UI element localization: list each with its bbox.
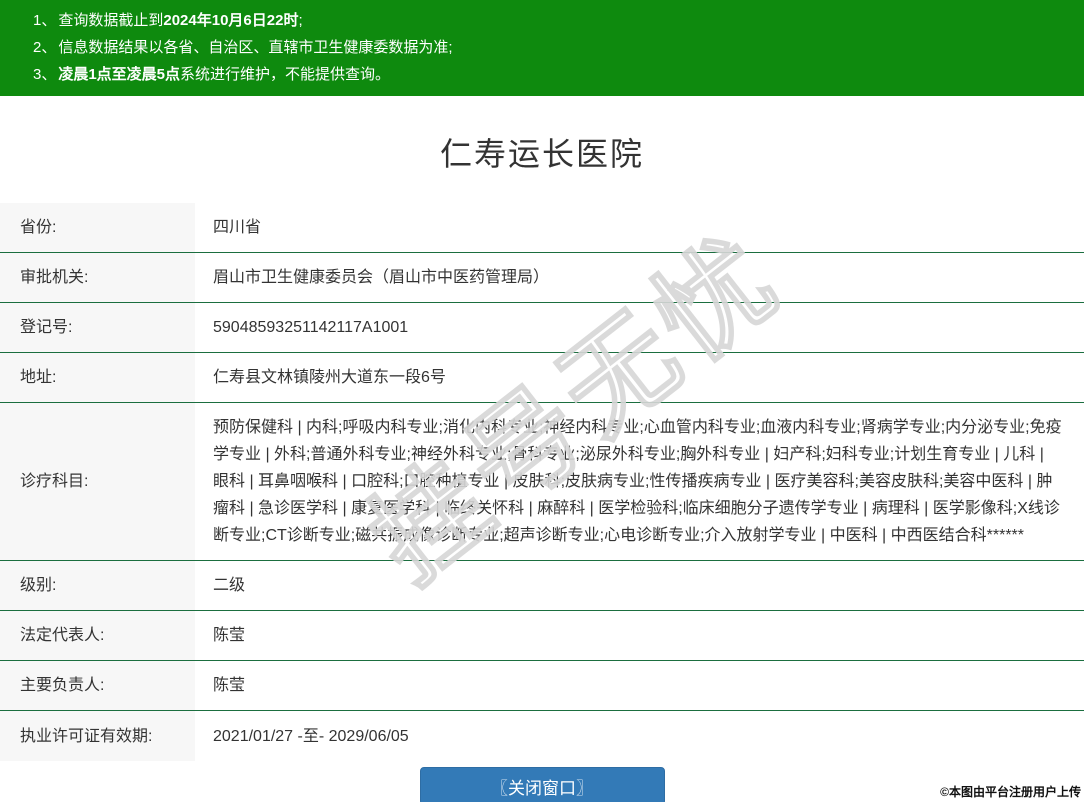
row-value-text: 2021/01/27 -至- 2029/06/05 — [213, 727, 409, 745]
notice-highlight: 凌晨1点至凌晨5点 — [58, 66, 181, 83]
close-window-button[interactable]: 〖关闭窗口〗 — [419, 767, 665, 802]
button-row: 〖关闭窗口〗 — [0, 767, 1084, 802]
row-value: 陈莹 — [195, 611, 1084, 660]
row-label: 级别: — [0, 561, 195, 610]
credit-text: ©本图由平台注册用户上传 — [940, 785, 1081, 799]
notice-number: 2、 — [33, 39, 57, 56]
notice-text: 系统进行维护，不能提供查询。 — [180, 66, 391, 83]
row-value-text: 陈莹 — [213, 677, 246, 694]
table-row: 登记号: 59048593251142117A1001 — [0, 303, 1084, 353]
row-label: 法定代表人: — [0, 611, 195, 660]
notice-number: 3、 — [33, 66, 57, 83]
row-label: 审批机关: — [0, 253, 195, 302]
row-value-text: 59048593251142117A1001 — [213, 319, 409, 336]
table-row: 省份: 四川省 — [0, 203, 1084, 253]
row-value: 仁寿县文林镇陵州大道东一段6号 — [195, 353, 1084, 402]
notice-item: 3、 凌晨1点至凌晨5点系统进行维护，不能提供查询。 — [33, 61, 1074, 88]
query-result-page: 1、 查询数据截止到2024年10月6日22时; 2、 信息数据结果以各省、自治区、直… — [0, 0, 1084, 802]
row-value: 陈莹 — [195, 661, 1084, 710]
row-value-text: 二级 — [213, 577, 246, 594]
row-value: 二级 — [195, 561, 1084, 610]
table-row: 审批机关: 眉山市卫生健康委员会（眉山市中医药管理局） — [0, 253, 1084, 303]
notice-text: 查询数据截止到 — [58, 12, 164, 29]
row-value: 四川省 — [195, 203, 1084, 252]
row-value: 眉山市卫生健康委员会（眉山市中医药管理局） — [195, 253, 1084, 302]
notice-bar: 1、 查询数据截止到2024年10月6日22时; 2、 信息数据结果以各省、自治区、直… — [0, 0, 1084, 96]
notice-number: 1、 — [33, 12, 57, 29]
table-row: 地址: 仁寿县文林镇陵州大道东一段6号 — [0, 353, 1084, 403]
table-row: 法定代表人: 陈莹 — [0, 611, 1084, 661]
notice-text: ; — [298, 12, 303, 29]
row-value: 2021/01/27 -至- 2029/06/05 — [195, 711, 1084, 761]
row-value-text: 眉山市卫生健康委员会（眉山市中医药管理局） — [213, 269, 550, 286]
row-value: 预防保健科 | 内科;呼吸内科专业;消化内科专业;神经内科专业;心血管内科专业;… — [195, 403, 1084, 560]
row-value-text: 预防保健科 | 内科;呼吸内科专业;消化内科专业;神经内科专业;心血管内科专业;… — [213, 419, 1062, 544]
row-label: 省份: — [0, 203, 195, 252]
notice-highlight: 2024年10月6日22时 — [163, 12, 299, 29]
notice-text: 信息数据结果以各省、自治区、直辖市卫生健康委数据为准; — [58, 39, 453, 56]
table-row: 诊疗科目: 预防保健科 | 内科;呼吸内科专业;消化内科专业;神经内科专业;心血管… — [0, 403, 1084, 561]
row-label: 地址: — [0, 353, 195, 402]
row-label: 主要负责人: — [0, 661, 195, 710]
table-row: 执业许可证有效期: 2021/01/27 -至- 2029/06/05 — [0, 711, 1084, 761]
notice-item: 1、 查询数据截止到2024年10月6日22时; — [33, 7, 1074, 34]
row-label: 登记号: — [0, 303, 195, 352]
row-label: 执业许可证有效期: — [0, 711, 195, 761]
table-row: 主要负责人: 陈莹 — [0, 661, 1084, 711]
info-table: 省份: 四川省审批机关: 眉山市卫生健康委员会（眉山市中医药管理局） 登记号: 5904… — [0, 203, 1084, 761]
row-label: 诊疗科目: — [0, 403, 195, 560]
row-value: 59048593251142117A1001 — [195, 303, 1084, 352]
table-row: 级别: 二级 — [0, 561, 1084, 611]
row-value-text: 四川省 — [213, 219, 262, 236]
row-value-text: 仁寿县文林镇陵州大道东一段6号 — [213, 369, 446, 386]
hospital-title: 仁寿运长医院 — [439, 136, 644, 172]
row-value-text: 陈莹 — [213, 627, 246, 644]
notice-item: 2、 信息数据结果以各省、自治区、直辖市卫生健康委数据为准; — [33, 34, 1074, 61]
